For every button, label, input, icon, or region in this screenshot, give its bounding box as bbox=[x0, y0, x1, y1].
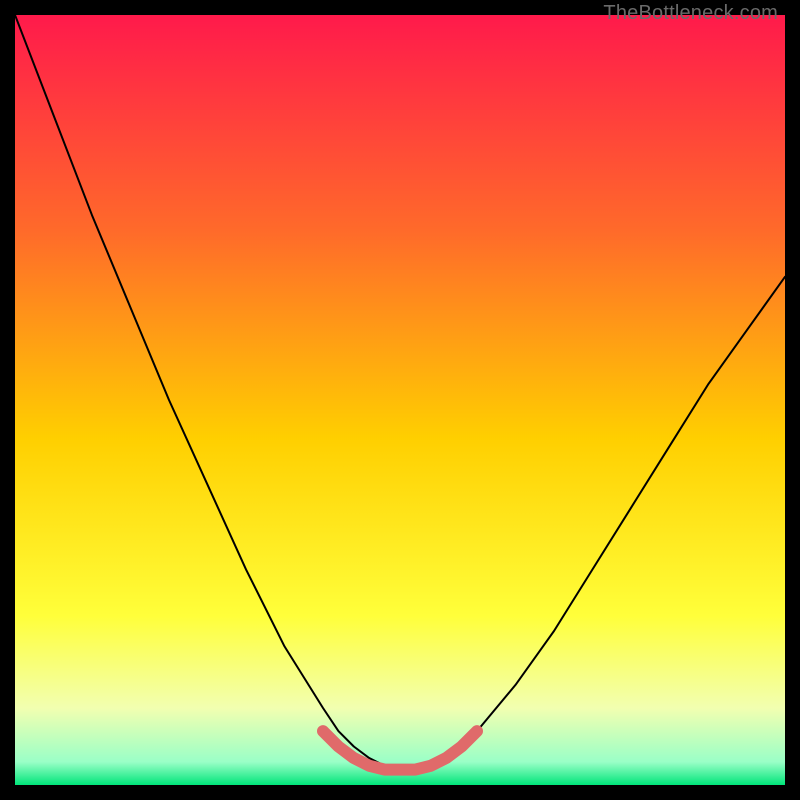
chart-svg bbox=[15, 15, 785, 785]
gradient-background bbox=[15, 15, 785, 785]
watermark-text: TheBottleneck.com bbox=[603, 2, 778, 25]
chart-frame bbox=[15, 15, 785, 785]
